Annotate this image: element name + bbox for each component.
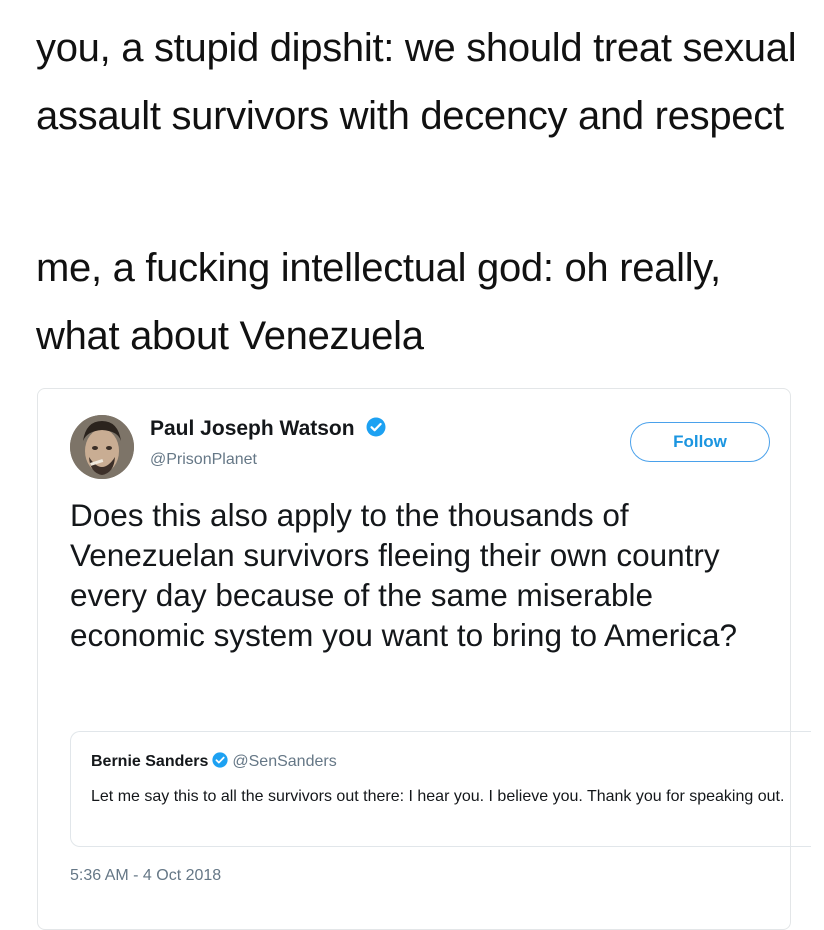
caption-line-2: me, a fucking intellectual god: oh reall… xyxy=(36,246,721,358)
verified-badge-icon xyxy=(366,417,386,437)
verified-badge-icon xyxy=(212,752,228,768)
tweet-card: Paul Joseph Watson @PrisonPlanet Follow … xyxy=(37,388,811,930)
author-name[interactable]: Paul Joseph Watson xyxy=(150,417,386,441)
quoted-tweet-header: Bernie Sanders @SenSanders xyxy=(91,752,337,771)
avatar-image xyxy=(70,415,134,479)
author-name-text[interactable]: Paul Joseph Watson xyxy=(150,417,355,440)
avatar[interactable] xyxy=(70,415,134,479)
quoted-author-name: Bernie Sanders xyxy=(91,753,209,770)
tweet-timestamp[interactable]: 5:36 AM - 4 Oct 2018 xyxy=(70,867,221,885)
quoted-tweet[interactable]: Bernie Sanders @SenSanders Let me say th… xyxy=(70,731,811,847)
quoted-author-handle: @SenSanders xyxy=(232,753,337,770)
quoted-tweet-text: Let me say this to all the survivors out… xyxy=(91,788,785,805)
tweet-text: Does this also apply to the thousands of… xyxy=(70,497,738,653)
caption-line-1: you, a stupid dipshit: we should treat s… xyxy=(36,26,797,138)
author-handle[interactable]: @PrisonPlanet xyxy=(150,451,257,469)
follow-button[interactable]: Follow xyxy=(630,422,770,462)
